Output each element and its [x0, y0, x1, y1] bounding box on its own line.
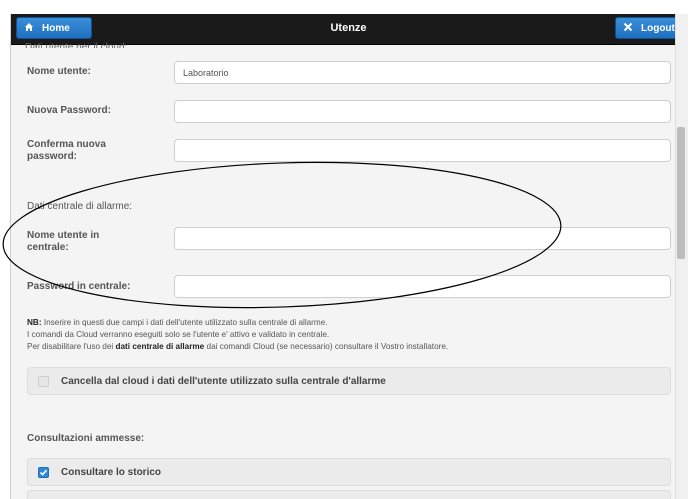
logout-button[interactable]: Logout — [615, 17, 683, 39]
confirm-password-label: Conferma nuova password: — [27, 139, 167, 163]
delete-cloud-data-checkbox[interactable] — [38, 375, 49, 387]
central-username-label-line2: centrale: — [27, 242, 69, 253]
note-line-2: I comandi da Cloud verranno eseguiti sol… — [27, 330, 330, 339]
confirm-password-label-line2: password: — [27, 151, 78, 162]
note-line-1: NB: Inserire in questi due campi i dati … — [27, 317, 677, 329]
checkmark-icon — [39, 469, 48, 476]
new-password-label: Nuova Password: — [27, 105, 111, 116]
note-line-3-bold: dati centrale di allarme — [115, 342, 205, 351]
confirm-password-input[interactable] — [174, 139, 671, 162]
central-password-input[interactable] — [174, 275, 671, 298]
confirm-password-label-line1: Conferma nuova — [27, 139, 106, 150]
note-line-1-text: Inserire in questi due campi i dati dell… — [41, 318, 328, 327]
central-username-label-line1: Nome utente in — [27, 230, 100, 241]
alarm-section-label: Dati centrale di allarme: — [27, 201, 133, 212]
delete-cloud-data-checkbox-row[interactable]: Cancella dal cloud i dati dell'utente ut… — [27, 367, 671, 395]
delete-cloud-data-label: Cancella dal cloud i dati dell'utente ut… — [61, 375, 386, 387]
consultations-title: Consultazioni ammesse: — [27, 433, 145, 444]
close-icon — [623, 22, 633, 35]
note-line-3-a: Per disabilitare l'uso dei — [27, 342, 116, 351]
username-label: Nome utente: — [27, 66, 91, 77]
page-title: Utenze — [330, 22, 367, 34]
next-checkbox-row[interactable] — [27, 490, 671, 499]
note-line-3-b: dai comandi Cloud (se necessario) consul… — [204, 342, 449, 351]
note-line-3: Per disabilitare l'uso dei dati centrale… — [27, 341, 677, 353]
app-window: Home Utenze Logout Dati utente per il cl… — [10, 14, 686, 499]
scrollbar-thumb[interactable] — [677, 127, 685, 259]
note-prefix: NB: — [27, 318, 42, 327]
logout-button-label: Logout — [641, 22, 675, 34]
username-input[interactable] — [174, 61, 671, 84]
top-bar: Home Utenze Logout — [11, 14, 686, 45]
consult-history-label: Consultare lo storico — [61, 466, 162, 478]
consult-history-checkbox-row[interactable]: Consultare lo storico — [27, 458, 671, 486]
new-password-input[interactable] — [174, 100, 671, 123]
consult-history-checkbox[interactable] — [38, 466, 49, 478]
section-heading-cloud-user: Dati utente per il cloud: — [25, 42, 128, 48]
central-username-label: Nome utente in centrale: — [27, 230, 167, 254]
note-text: NB: Inserire in questi due campi i dati … — [27, 317, 677, 353]
central-password-label: Password in centrale: — [27, 281, 131, 292]
central-username-input[interactable] — [174, 227, 671, 250]
